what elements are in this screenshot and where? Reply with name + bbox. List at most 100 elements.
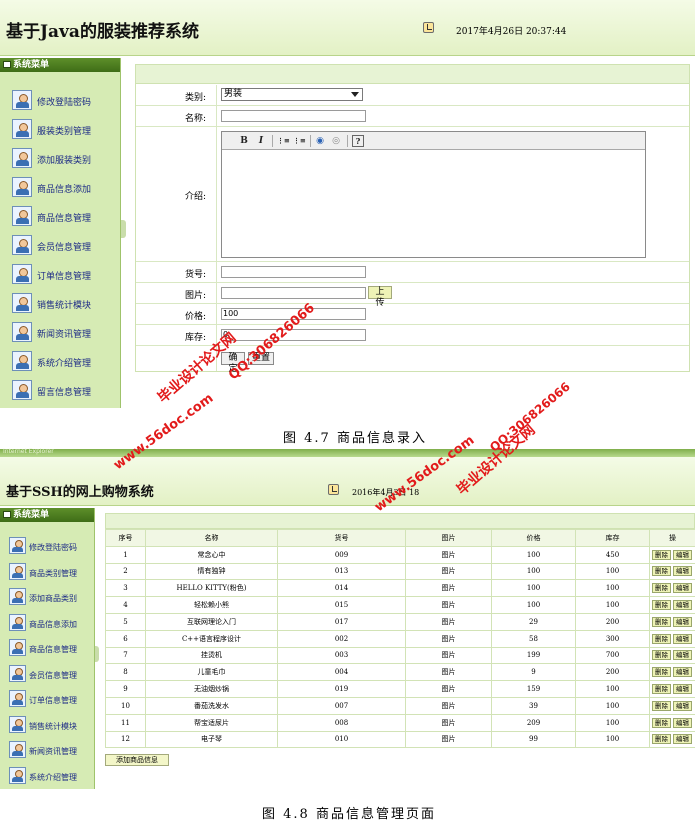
table-cell: 013 [277,562,406,581]
delete-button[interactable]: 删除 [652,734,671,745]
splitter-grip[interactable] [121,220,126,238]
edit-button[interactable]: 编辑 [673,667,692,678]
table-cell[interactable]: 图片 [405,579,492,598]
goods-entry-form: 类别: 男装 名称: 介绍: B I ⋮≡ ⋮≡ ◉ ◎ ? 货号: 图片: 上… [135,64,690,374]
row-actions: 删除 编辑 [649,646,695,665]
delete-button[interactable]: 删除 [652,684,671,695]
edit-button[interactable]: 编辑 [673,700,692,711]
user-icon [12,380,32,400]
link-button[interactable]: ◉ [314,135,326,147]
editor-toolbar: B I ⋮≡ ⋮≡ ◉ ◎ ? [222,132,645,150]
sidebar-item-member-manage[interactable]: 会员信息管理 [0,232,120,261]
table-cell: 199 [491,646,576,665]
figure-caption-4-7: 图 4.7 商品信息录入 [283,431,427,446]
delete-button[interactable]: 删除 [652,650,671,661]
edit-button[interactable]: 编辑 [673,684,692,695]
delete-button[interactable]: 删除 [652,717,671,728]
edit-button[interactable]: 编辑 [673,583,692,594]
splitter[interactable] [121,58,134,408]
table-cell[interactable]: 图片 [405,596,492,614]
sidebar-item-goods-manage[interactable]: 商品信息管理 [0,203,120,232]
delete-button[interactable]: 删除 [652,600,671,611]
sidebar-item-order-manage[interactable]: 订单信息管理 [0,261,120,290]
sidebar-item-order-manage[interactable]: 订单信息管理 [0,687,94,713]
sidebar-item-add-goods[interactable]: 商品信息添加 [0,174,120,203]
sidebar-item-news-manage[interactable]: 新闻资讯管理 [0,738,94,764]
splitter-grip[interactable] [95,646,99,662]
user-icon [12,177,32,197]
table-cell[interactable]: 图片 [405,612,492,631]
table-cell[interactable]: 图片 [405,562,492,581]
sidebar-item-message-manage[interactable]: 留言信息管理 [0,377,120,406]
table-cell: 10 [105,696,146,715]
col-header: 货号 [277,529,406,547]
sidebar-item-goods-manage[interactable]: 商品信息管理 [0,636,94,662]
name-label: 名称: [184,114,206,124]
sidebar-item-sales-stats[interactable]: 销售统计模块 [0,290,120,319]
edit-button[interactable]: 编辑 [673,650,692,661]
edit-button[interactable]: 编辑 [673,566,692,577]
name-input[interactable] [221,110,366,122]
edit-button[interactable]: 编辑 [673,600,692,611]
table-cell: 1 [105,545,146,564]
sidebar-item-member-manage[interactable]: 会员信息管理 [0,662,94,688]
image-path-input[interactable] [221,287,366,299]
delete-button[interactable]: 删除 [652,566,671,577]
table-cell: 9 [105,680,146,698]
unlink-button[interactable]: ◎ [330,135,342,147]
sidebar-item-change-password[interactable]: 修改登陆密码 [0,534,94,560]
splitter[interactable] [95,508,103,789]
table-cell: 002 [277,629,406,648]
edit-button[interactable]: 编辑 [673,549,692,560]
sidebar-item-add-category[interactable]: 添加商品类别 [0,585,94,611]
code-input[interactable] [221,266,366,278]
rich-text-editor[interactable]: B I ⋮≡ ⋮≡ ◉ ◎ ? [221,131,646,258]
table-cell[interactable]: 图片 [405,730,492,749]
sidebar-item-about-manage[interactable]: 系统介绍管理 [0,348,120,377]
sidebar-item-category-manage[interactable]: 服装类别管理 [0,116,120,145]
table-cell[interactable]: 图片 [405,713,492,732]
app-title: 基于Java的服装推荐系统 [6,22,199,42]
category-select[interactable]: 男装 [221,88,363,101]
row-category: 类别: 男装 [136,85,689,106]
sidebar-item-add-goods[interactable]: 商品信息添加 [0,611,94,637]
delete-button[interactable]: 删除 [652,616,671,627]
table-cell[interactable]: 图片 [405,646,492,665]
table-cell: 无油烟炒锅 [145,680,278,698]
bold-button[interactable]: B [238,135,250,147]
table-cell: 100 [575,596,650,614]
unordered-list-button[interactable]: ⋮≡ [293,135,306,147]
upload-button[interactable]: 上传 [368,286,392,308]
edit-button[interactable]: 编辑 [673,616,692,627]
sidebar-item-change-password[interactable]: 修改登陆密码 [0,87,120,116]
edit-button[interactable]: 编辑 [673,717,692,728]
delete-button[interactable]: 删除 [652,583,671,594]
delete-button[interactable]: 删除 [652,633,671,644]
delete-button[interactable]: 删除 [652,549,671,560]
sidebar-item-about-manage[interactable]: 系统介绍管理 [0,764,94,790]
table-cell[interactable]: 图片 [405,629,492,648]
ordered-list-button[interactable]: ⋮≡ [277,135,290,147]
delete-button[interactable]: 删除 [652,700,671,711]
sidebar-item-category-manage[interactable]: 商品类别管理 [0,560,94,586]
sidebar-item-add-category[interactable]: 添加服装类别 [0,145,120,174]
sidebar-item-news-manage[interactable]: 新闻资讯管理 [0,319,120,348]
row-price: 价格: 100 [136,304,689,325]
delete-button[interactable]: 删除 [652,667,671,678]
italic-button[interactable]: I [255,135,267,147]
table-cell[interactable]: 图片 [405,545,492,564]
table-cell[interactable]: 图片 [405,696,492,715]
edit-button[interactable]: 编辑 [673,633,692,644]
table-cell: 29 [491,612,576,631]
sidebar-item-sales-stats[interactable]: 销售统计模块 [0,713,94,739]
table-cell: 互联网理论入门 [145,612,278,631]
table-cell: 100 [491,596,576,614]
edit-button[interactable]: 编辑 [673,734,692,745]
table-cell[interactable]: 图片 [405,680,492,698]
table-cell: 015 [277,596,406,614]
help-button[interactable]: ? [352,135,364,147]
table-cell[interactable]: 图片 [405,663,492,682]
add-goods-button[interactable]: 添加商品信息 [105,754,169,766]
table-row: 1 常念心中 009 图片 100 450 删除 编辑 [105,545,695,564]
row-actions: 删除 编辑 [649,663,695,682]
